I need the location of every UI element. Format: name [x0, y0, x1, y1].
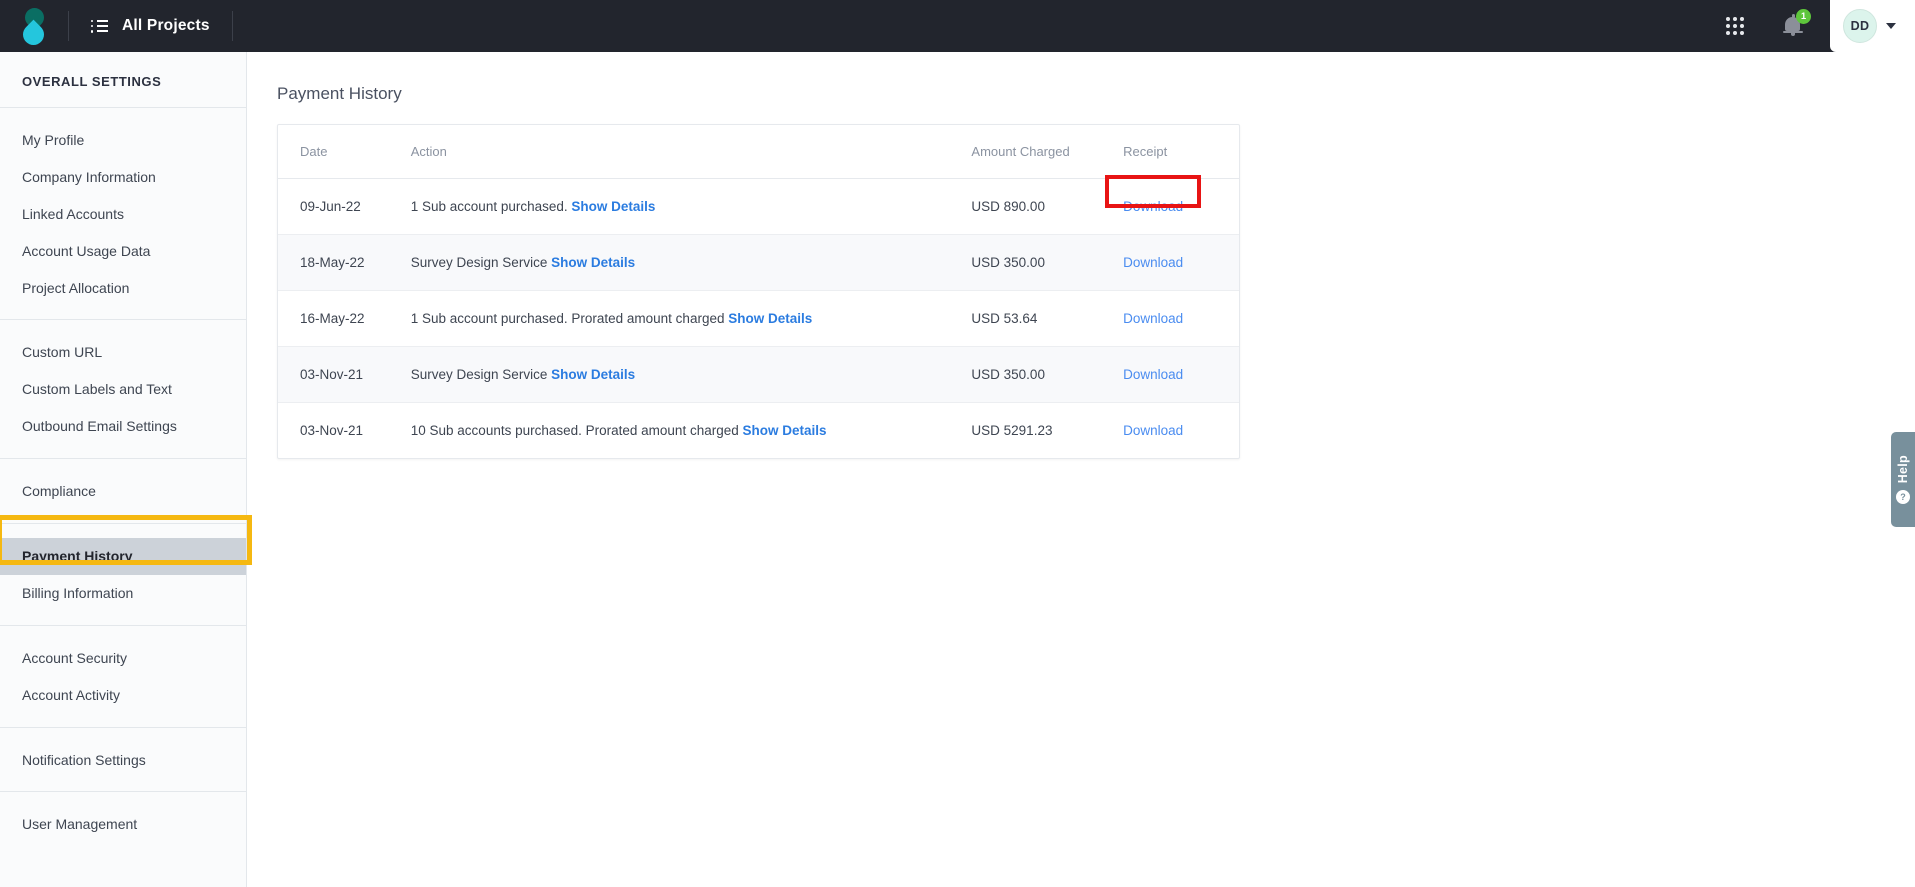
cell-receipt: Download — [1123, 347, 1239, 403]
sidebar-item-custom-labels-and-text[interactable]: Custom Labels and Text — [0, 371, 246, 408]
column-header-date: Date — [278, 125, 411, 179]
list-icon — [91, 20, 108, 33]
action-text: 1 Sub account purchased. — [411, 199, 572, 214]
settings-sidebar: OVERALL SETTINGS My ProfileCompany Infor… — [0, 52, 247, 887]
all-projects-label: All Projects — [122, 17, 210, 35]
topbar-divider-right — [232, 11, 233, 41]
all-projects-button[interactable]: All Projects — [69, 0, 232, 52]
download-link[interactable]: Download — [1123, 199, 1183, 214]
action-text: Survey Design Service — [411, 255, 551, 270]
action-text: 1 Sub account purchased. Prorated amount… — [411, 311, 728, 326]
cell-receipt: Download — [1123, 291, 1239, 347]
action-text: Survey Design Service — [411, 367, 551, 382]
sidebar-item-account-activity[interactable]: Account Activity — [0, 677, 246, 714]
show-details-link[interactable]: Show Details — [551, 255, 635, 270]
sidebar-item-custom-url[interactable]: Custom URL — [0, 334, 246, 371]
sidebar-item-company-information[interactable]: Company Information — [0, 159, 246, 196]
page-title: Payment History — [277, 84, 402, 104]
cell-amount-charged: USD 53.64 — [971, 291, 1123, 347]
sidebar-item-outbound-email-settings[interactable]: Outbound Email Settings — [0, 408, 246, 445]
sidebar-item-user-management[interactable]: User Management — [0, 806, 246, 843]
cell-date: 03-Nov-21 — [278, 403, 411, 459]
table-head: Date Action Amount Charged Receipt — [278, 125, 1239, 179]
cell-amount-charged: USD 350.00 — [971, 235, 1123, 291]
brand-logo[interactable] — [0, 0, 68, 52]
cell-action: Survey Design Service Show Details — [411, 347, 972, 403]
sidebar-item-linked-accounts[interactable]: Linked Accounts — [0, 196, 246, 233]
sidebar-group-5: Notification Settings — [0, 728, 246, 793]
cell-action: 1 Sub account purchased. Show Details — [411, 179, 972, 235]
cell-date: 03-Nov-21 — [278, 347, 411, 403]
table-header-row: Date Action Amount Charged Receipt — [278, 125, 1239, 179]
sidebar-item-project-allocation[interactable]: Project Allocation — [0, 270, 246, 307]
qualtrics-drop-logo-icon — [21, 7, 47, 45]
main-content: Payment History Date Action Amount Charg… — [247, 52, 1915, 887]
sidebar-group-3: Payment HistoryBilling Information — [0, 524, 246, 626]
table-row: 18-May-22Survey Design Service Show Deta… — [278, 235, 1239, 291]
sidebar-item-notification-settings[interactable]: Notification Settings — [0, 742, 246, 779]
notification-count-badge: 1 — [1796, 9, 1811, 24]
cell-action: Survey Design Service Show Details — [411, 235, 972, 291]
column-header-action: Action — [411, 125, 972, 179]
table-row: 03-Nov-21Survey Design Service Show Deta… — [278, 347, 1239, 403]
sidebar-item-billing-information[interactable]: Billing Information — [0, 575, 246, 612]
user-menu[interactable]: DD — [1830, 0, 1915, 52]
show-details-link[interactable]: Show Details — [742, 423, 826, 438]
cell-date: 09-Jun-22 — [278, 179, 411, 235]
action-text: 10 Sub accounts purchased. Prorated amou… — [411, 423, 743, 438]
payment-history-table: Date Action Amount Charged Receipt 09-Ju… — [278, 125, 1239, 458]
sidebar-group-0: My ProfileCompany InformationLinked Acco… — [0, 108, 246, 320]
avatar: DD — [1843, 9, 1877, 43]
show-details-link[interactable]: Show Details — [728, 311, 812, 326]
notification-bell-icon[interactable]: 1 — [1782, 14, 1804, 38]
show-details-link[interactable]: Show Details — [571, 199, 655, 214]
download-link[interactable]: Download — [1123, 423, 1183, 438]
cell-receipt: Download — [1123, 235, 1239, 291]
download-link[interactable]: Download — [1123, 255, 1183, 270]
sidebar-item-compliance[interactable]: Compliance — [0, 473, 246, 510]
cell-date: 18-May-22 — [278, 235, 411, 291]
table-row: 09-Jun-221 Sub account purchased. Show D… — [278, 179, 1239, 235]
cell-receipt: Download — [1123, 179, 1239, 235]
cell-action: 1 Sub account purchased. Prorated amount… — [411, 291, 972, 347]
topbar-right-actions: 1 DD — [1726, 0, 1915, 52]
sidebar-group-2: Compliance — [0, 459, 246, 524]
column-header-amount: Amount Charged — [971, 125, 1123, 179]
sidebar-group-4: Account SecurityAccount Activity — [0, 626, 246, 728]
cell-action: 10 Sub accounts purchased. Prorated amou… — [411, 403, 972, 459]
cell-date: 16-May-22 — [278, 291, 411, 347]
app-grid-icon[interactable] — [1726, 17, 1744, 35]
table-row: 16-May-221 Sub account purchased. Prorat… — [278, 291, 1239, 347]
sidebar-item-my-profile[interactable]: My Profile — [0, 122, 246, 159]
cell-amount-charged: USD 350.00 — [971, 347, 1123, 403]
sidebar-item-account-security[interactable]: Account Security — [0, 640, 246, 677]
download-link[interactable]: Download — [1123, 367, 1183, 382]
sidebar-item-payment-history[interactable]: Payment History — [0, 538, 246, 575]
sidebar-group-6: User Management — [0, 792, 246, 856]
sidebar-title: OVERALL SETTINGS — [0, 52, 246, 108]
chevron-down-icon[interactable] — [1886, 23, 1896, 29]
help-tab[interactable]: Help ? — [1891, 432, 1915, 527]
show-details-link[interactable]: Show Details — [551, 367, 635, 382]
sidebar-item-account-usage-data[interactable]: Account Usage Data — [0, 233, 246, 270]
column-header-receipt: Receipt — [1123, 125, 1239, 179]
top-navigation-bar: All Projects 1 DD — [0, 0, 1915, 52]
table-body: 09-Jun-221 Sub account purchased. Show D… — [278, 179, 1239, 459]
table-row: 03-Nov-2110 Sub accounts purchased. Pror… — [278, 403, 1239, 459]
chat-question-icon: ? — [1896, 490, 1910, 504]
sidebar-group-1: Custom URLCustom Labels and TextOutbound… — [0, 320, 246, 459]
cell-receipt: Download — [1123, 403, 1239, 459]
payment-history-table-card: Date Action Amount Charged Receipt 09-Ju… — [277, 124, 1240, 459]
sidebar-groups: My ProfileCompany InformationLinked Acco… — [0, 108, 246, 856]
cell-amount-charged: USD 5291.23 — [971, 403, 1123, 459]
download-link[interactable]: Download — [1123, 311, 1183, 326]
logo-drop-bottom — [19, 20, 49, 50]
help-label: Help — [1896, 455, 1910, 483]
cell-amount-charged: USD 890.00 — [971, 179, 1123, 235]
